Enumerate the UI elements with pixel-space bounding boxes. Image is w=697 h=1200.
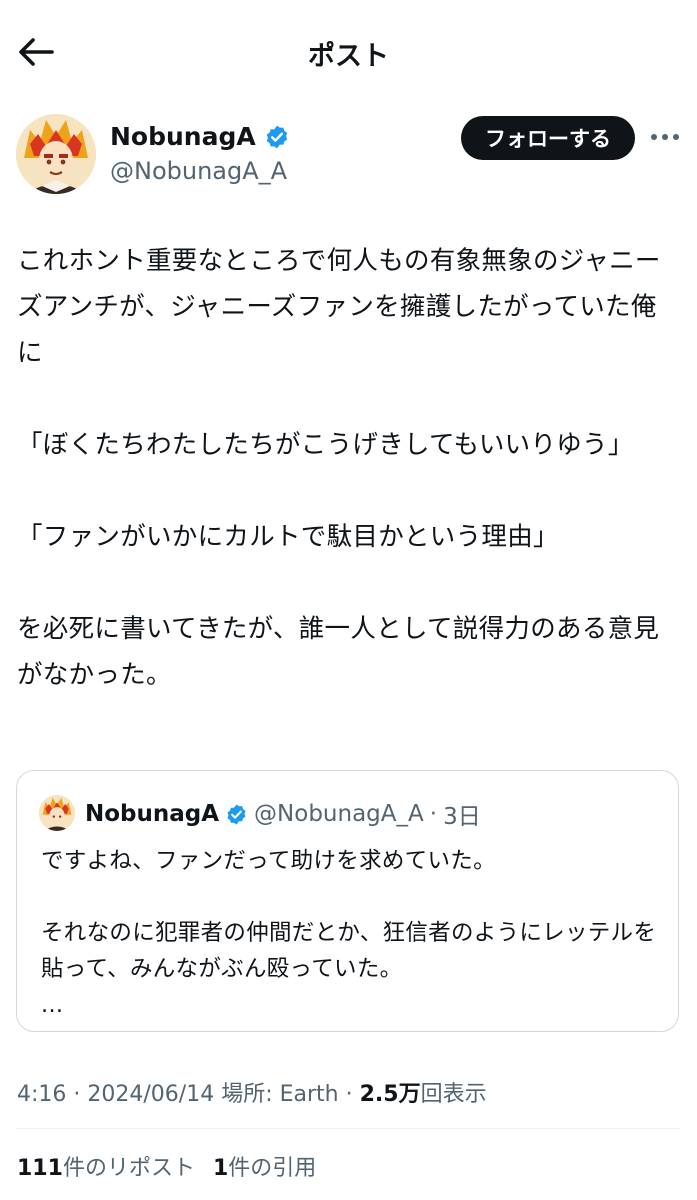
verified-badge-icon	[266, 125, 287, 148]
quoted-separator: ·	[429, 801, 438, 827]
quoted-avatar	[39, 795, 75, 831]
views-count: 2.5万	[359, 1082, 421, 1107]
quoted-handle: @NobunagA_A	[254, 801, 424, 827]
tweet-text: これホント重要なところで何人もの有象無象のジャニーズアンチが、ジャニーズファンを…	[17, 246, 661, 690]
quoted-header: NobunagA @NobunagA_A · 3日	[85, 797, 481, 831]
tweet-meta: 4:16 · 2024/06/14 場所: Earth · 2.5万回表示	[17, 1076, 487, 1108]
tweet-date: 2024/06/14	[87, 1082, 215, 1107]
more-dots-icon	[651, 134, 679, 140]
page-title: ポスト	[308, 41, 389, 72]
meta-separator: ·	[338, 1082, 360, 1107]
avatar[interactable]	[16, 114, 96, 194]
tweet-stats: 111件のリポスト 1件の引用	[17, 1150, 316, 1182]
top-bar: ポスト	[0, 0, 697, 105]
reposts-label: 件のリポスト	[62, 1156, 195, 1181]
quoted-tweet[interactable]: NobunagA @NobunagA_A · 3日 ですよね、ファンだって助けを…	[16, 770, 679, 1032]
follow-button[interactable]: フォローする	[461, 116, 635, 160]
verified-badge-icon	[227, 803, 246, 825]
quoted-display-name: NobunagA	[85, 801, 220, 827]
quotes-label: 件の引用	[228, 1156, 317, 1181]
more-button[interactable]	[648, 124, 682, 150]
reposts-stat[interactable]: 111件のリポスト	[17, 1156, 195, 1181]
meta-separator: ·	[66, 1082, 88, 1107]
author-name-row[interactable]: NobunagA	[110, 122, 290, 151]
views-label: 回表示	[420, 1082, 487, 1107]
tweet-location: 場所: Earth	[214, 1082, 339, 1107]
tweet-time: 4:16	[17, 1082, 67, 1107]
divider	[16, 1128, 681, 1129]
author-row: NobunagA @NobunagA_A フォローする	[16, 112, 681, 196]
display-name: NobunagA	[110, 122, 256, 151]
reposts-count: 111	[17, 1156, 63, 1181]
quoted-text: ですよね、ファンだって助けを求めていた。 それなのに犯罪者の仲間だとか、狂信者の…	[41, 848, 657, 1018]
quotes-stat[interactable]: 1件の引用	[213, 1156, 316, 1181]
author-handle[interactable]: @NobunagA_A	[110, 157, 287, 185]
quotes-count: 1	[212, 1156, 229, 1181]
quoted-time: 3日	[443, 804, 481, 830]
